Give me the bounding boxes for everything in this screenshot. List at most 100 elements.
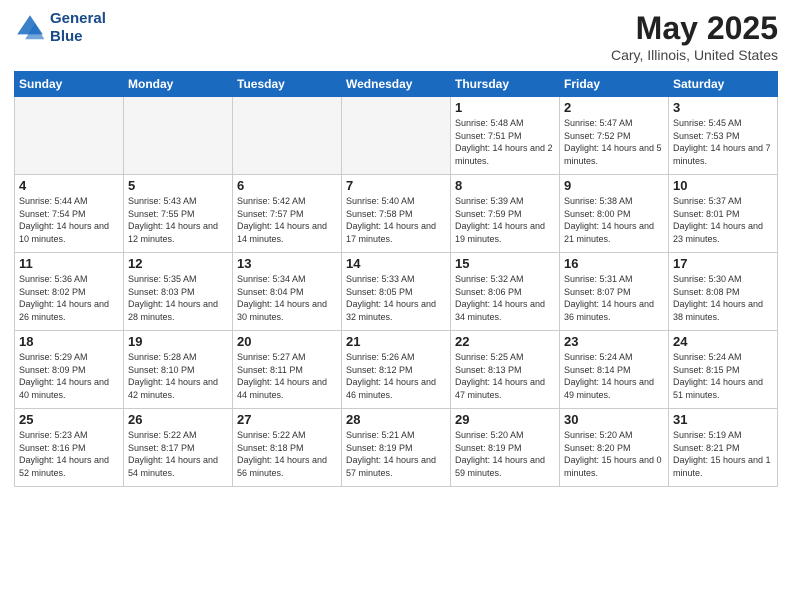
weekday-header-monday: Monday <box>124 72 233 97</box>
day-number: 1 <box>455 100 555 115</box>
day-cell-28: 28 Sunrise: 5:21 AMSunset: 8:19 PMDayligh… <box>342 409 451 487</box>
week-row-5: 25Sunrise: 5:23 AMSunset: 8:16 PMDayligh… <box>15 409 778 487</box>
empty-cell <box>124 97 233 175</box>
day-info: Sunrise: 5:25 AMSunset: 8:13 PMDaylight:… <box>455 351 555 401</box>
month-title: May 2025 <box>611 10 778 47</box>
day-cell-15: 15Sunrise: 5:32 AMSunset: 8:06 PMDayligh… <box>451 253 560 331</box>
week-row-2: 4 Sunrise: 5:44 AMSunset: 7:54 PMDaylight… <box>15 175 778 253</box>
day-cell-9: 9Sunrise: 5:38 AMSunset: 8:00 PMDaylight… <box>560 175 669 253</box>
logo-text: General Blue <box>50 10 106 46</box>
day-number: 21 <box>346 334 446 349</box>
day-number: 28 <box>346 412 446 427</box>
day-cell-25: 25Sunrise: 5:23 AMSunset: 8:16 PMDayligh… <box>15 409 124 487</box>
empty-cell <box>15 97 124 175</box>
header: General Blue May 2025 Cary, Illinois, Un… <box>14 10 778 63</box>
day-info: Sunrise: 5:24 AMSunset: 8:15 PMDaylight:… <box>673 351 773 401</box>
day-number: 31 <box>673 412 773 427</box>
weekday-header-thursday: Thursday <box>451 72 560 97</box>
day-info: Sunrise: 5:42 AMSunset: 7:57 PMDaylight:… <box>237 195 337 245</box>
day-number: 5 <box>128 178 228 193</box>
day-info: Sunrise: 5:26 AMSunset: 8:12 PMDaylight:… <box>346 351 446 401</box>
day-cell-10: 10 Sunrise: 5:37 AMSunset: 8:01 PMDayligh… <box>669 175 778 253</box>
day-info: Sunrise: 5:40 AMSunset: 7:58 PMDaylight:… <box>346 195 446 245</box>
day-cell-30: 30 Sunrise: 5:20 AMSunset: 8:20 PMDayligh… <box>560 409 669 487</box>
week-row-1: 1Sunrise: 5:48 AMSunset: 7:51 PMDaylight… <box>15 97 778 175</box>
day-number: 10 <box>673 178 773 193</box>
day-cell-18: 18 Sunrise: 5:29 AMSunset: 8:09 PMDayligh… <box>15 331 124 409</box>
day-info: Sunrise: 5:47 AMSunset: 7:52 PMDaylight:… <box>564 117 664 167</box>
day-cell-19: 19 Sunrise: 5:28 AMSunset: 8:10 PMDayligh… <box>124 331 233 409</box>
logo-line1: General <box>50 10 106 28</box>
day-cell-17: 17 Sunrise: 5:30 AMSunset: 8:08 PMDayligh… <box>669 253 778 331</box>
day-number: 24 <box>673 334 773 349</box>
weekday-header-saturday: Saturday <box>669 72 778 97</box>
day-cell-31: 31Sunrise: 5:19 AMSunset: 8:21 PMDayligh… <box>669 409 778 487</box>
day-number: 22 <box>455 334 555 349</box>
week-row-3: 11 Sunrise: 5:36 AMSunset: 8:02 PMDayligh… <box>15 253 778 331</box>
empty-cell <box>342 97 451 175</box>
day-info: Sunrise: 5:43 AMSunset: 7:55 PMDaylight:… <box>128 195 228 245</box>
day-cell-21: 21 Sunrise: 5:26 AMSunset: 8:12 PMDayligh… <box>342 331 451 409</box>
day-cell-22: 22 Sunrise: 5:25 AMSunset: 8:13 PMDayligh… <box>451 331 560 409</box>
day-number: 25 <box>19 412 119 427</box>
day-info: Sunrise: 5:33 AMSunset: 8:05 PMDaylight:… <box>346 273 446 323</box>
day-info: Sunrise: 5:36 AMSunset: 8:02 PMDaylight:… <box>19 273 119 323</box>
day-info: Sunrise: 5:45 AMSunset: 7:53 PMDaylight:… <box>673 117 773 167</box>
day-number: 16 <box>564 256 664 271</box>
day-cell-26: 26 Sunrise: 5:22 AMSunset: 8:17 PMDayligh… <box>124 409 233 487</box>
day-number: 27 <box>237 412 337 427</box>
day-cell-4: 4 Sunrise: 5:44 AMSunset: 7:54 PMDaylight… <box>15 175 124 253</box>
day-info: Sunrise: 5:37 AMSunset: 8:01 PMDaylight:… <box>673 195 773 245</box>
day-number: 30 <box>564 412 664 427</box>
day-info: Sunrise: 5:24 AMSunset: 8:14 PMDaylight:… <box>564 351 664 401</box>
day-number: 19 <box>128 334 228 349</box>
day-number: 11 <box>19 256 119 271</box>
location: Cary, Illinois, United States <box>611 47 778 63</box>
day-cell-7: 7Sunrise: 5:40 AMSunset: 7:58 PMDaylight… <box>342 175 451 253</box>
day-number: 20 <box>237 334 337 349</box>
day-info: Sunrise: 5:20 AMSunset: 8:19 PMDaylight:… <box>455 429 555 479</box>
day-info: Sunrise: 5:27 AMSunset: 8:11 PMDaylight:… <box>237 351 337 401</box>
logo: General Blue <box>14 10 106 46</box>
day-number: 6 <box>237 178 337 193</box>
day-cell-20: 20 Sunrise: 5:27 AMSunset: 8:11 PMDayligh… <box>233 331 342 409</box>
day-number: 15 <box>455 256 555 271</box>
day-cell-14: 14 Sunrise: 5:33 AMSunset: 8:05 PMDayligh… <box>342 253 451 331</box>
day-info: Sunrise: 5:39 AMSunset: 7:59 PMDaylight:… <box>455 195 555 245</box>
day-info: Sunrise: 5:21 AMSunset: 8:19 PMDaylight:… <box>346 429 446 479</box>
empty-cell <box>233 97 342 175</box>
day-cell-29: 29Sunrise: 5:20 AMSunset: 8:19 PMDayligh… <box>451 409 560 487</box>
day-info: Sunrise: 5:44 AMSunset: 7:54 PMDaylight:… <box>19 195 119 245</box>
calendar: SundayMondayTuesdayWednesdayThursdayFrid… <box>14 71 778 487</box>
day-number: 4 <box>19 178 119 193</box>
day-info: Sunrise: 5:28 AMSunset: 8:10 PMDaylight:… <box>128 351 228 401</box>
day-number: 9 <box>564 178 664 193</box>
day-cell-11: 11 Sunrise: 5:36 AMSunset: 8:02 PMDayligh… <box>15 253 124 331</box>
day-info: Sunrise: 5:20 AMSunset: 8:20 PMDaylight:… <box>564 429 664 479</box>
day-number: 18 <box>19 334 119 349</box>
day-cell-16: 16 Sunrise: 5:31 AMSunset: 8:07 PMDayligh… <box>560 253 669 331</box>
day-cell-2: 2Sunrise: 5:47 AMSunset: 7:52 PMDaylight… <box>560 97 669 175</box>
day-cell-3: 3 Sunrise: 5:45 AMSunset: 7:53 PMDaylight… <box>669 97 778 175</box>
day-info: Sunrise: 5:34 AMSunset: 8:04 PMDaylight:… <box>237 273 337 323</box>
day-info: Sunrise: 5:29 AMSunset: 8:09 PMDaylight:… <box>19 351 119 401</box>
page-container: General Blue May 2025 Cary, Illinois, Un… <box>0 0 792 493</box>
day-info: Sunrise: 5:31 AMSunset: 8:07 PMDaylight:… <box>564 273 664 323</box>
day-info: Sunrise: 5:30 AMSunset: 8:08 PMDaylight:… <box>673 273 773 323</box>
day-cell-27: 27 Sunrise: 5:22 AMSunset: 8:18 PMDayligh… <box>233 409 342 487</box>
day-cell-13: 13 Sunrise: 5:34 AMSunset: 8:04 PMDayligh… <box>233 253 342 331</box>
day-cell-8: 8Sunrise: 5:39 AMSunset: 7:59 PMDaylight… <box>451 175 560 253</box>
weekday-header-friday: Friday <box>560 72 669 97</box>
day-info: Sunrise: 5:22 AMSunset: 8:17 PMDaylight:… <box>128 429 228 479</box>
day-number: 17 <box>673 256 773 271</box>
day-number: 3 <box>673 100 773 115</box>
week-row-4: 18 Sunrise: 5:29 AMSunset: 8:09 PMDayligh… <box>15 331 778 409</box>
day-info: Sunrise: 5:22 AMSunset: 8:18 PMDaylight:… <box>237 429 337 479</box>
day-number: 13 <box>237 256 337 271</box>
day-cell-6: 6 Sunrise: 5:42 AMSunset: 7:57 PMDaylight… <box>233 175 342 253</box>
day-number: 26 <box>128 412 228 427</box>
day-info: Sunrise: 5:35 AMSunset: 8:03 PMDaylight:… <box>128 273 228 323</box>
weekday-header-row: SundayMondayTuesdayWednesdayThursdayFrid… <box>15 72 778 97</box>
day-number: 14 <box>346 256 446 271</box>
weekday-header-sunday: Sunday <box>15 72 124 97</box>
